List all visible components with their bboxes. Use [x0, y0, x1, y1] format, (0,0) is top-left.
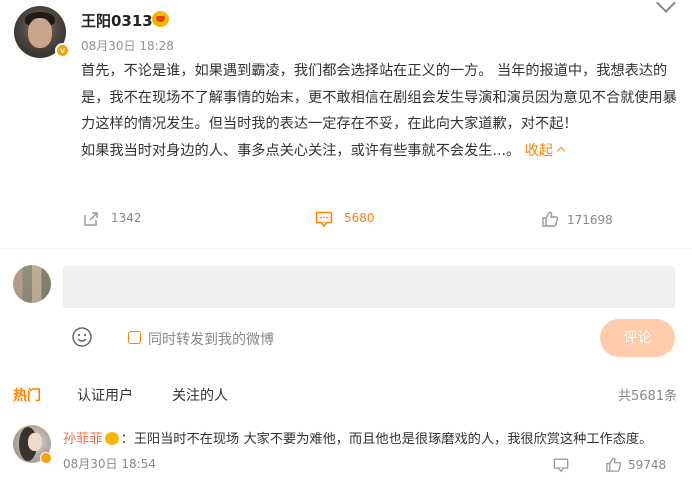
vip-icon [104, 432, 119, 445]
verified-icon [40, 452, 52, 464]
chevron-down-icon[interactable] [656, 0, 676, 13]
reply-icon[interactable] [553, 457, 569, 473]
like-count[interactable]: 171698 [567, 213, 613, 227]
comment-text: ：王阳当时不在现场 大家不要为难他，而且他也是很琢磨戏的人，我很欣赏这种工作态度… [120, 432, 653, 447]
post-paragraph: 首先，不论是谁，如果遇到霸凌，我们都会选择站在正义的一方。 当年的报道中，我想表… [81, 63, 677, 132]
tab-following[interactable]: 关注的人 [172, 385, 228, 405]
comment-count[interactable]: 5680 [344, 211, 375, 225]
total-comment-count: 共5681条 [618, 389, 678, 404]
chevron-up-icon [556, 146, 566, 155]
my-avatar [13, 265, 51, 303]
emoji-icon[interactable] [71, 326, 93, 348]
collapse-link[interactable]: 收起 [525, 143, 566, 159]
author-name[interactable]: 王阳0313 [81, 10, 153, 31]
divider [0, 248, 692, 249]
like-icon[interactable] [541, 210, 559, 228]
post-paragraph-text: 如果我当时对身边的人、事多点关心关注，或许有些事就不会发生...。 [81, 142, 521, 159]
post-paragraph-last: 如果我当时对身边的人、事多点关心关注，或许有些事就不会发生...。 收起 [81, 138, 677, 165]
repost-icon[interactable] [82, 210, 100, 228]
comment-time: 08月30日 18:54 [63, 457, 156, 471]
post-text: 首先，不论是谁，如果遇到霸凌，我们都会选择站在正义的一方。 当年的报道中，我想表… [81, 58, 677, 164]
post-time[interactable]: 08月30日 18:28 [81, 37, 174, 54]
comment-like-icon[interactable] [605, 456, 622, 473]
tab-hot[interactable]: 热门 [13, 385, 41, 405]
comment-content: 孙菲菲 ：王阳当时不在现场 大家不要为难他，而且他也是很琢磨戏的人，我很欣赏这种工… [63, 428, 652, 447]
comment-icon[interactable] [315, 210, 333, 228]
repost-checkbox[interactable] [128, 331, 141, 344]
comment-input[interactable] [63, 266, 675, 308]
verified-icon: v [55, 43, 70, 58]
submit-comment-button[interactable]: 评论 [600, 319, 675, 357]
vip-icon [152, 11, 169, 27]
comment-like-count[interactable]: 59748 [628, 458, 666, 472]
commenter-name[interactable]: 孙菲菲 [63, 432, 103, 447]
repost-count[interactable]: 1342 [111, 211, 142, 225]
tab-verified-users[interactable]: 认证用户 [77, 385, 133, 405]
repost-checkbox-label[interactable]: 同时转发到我的微博 [148, 329, 274, 349]
